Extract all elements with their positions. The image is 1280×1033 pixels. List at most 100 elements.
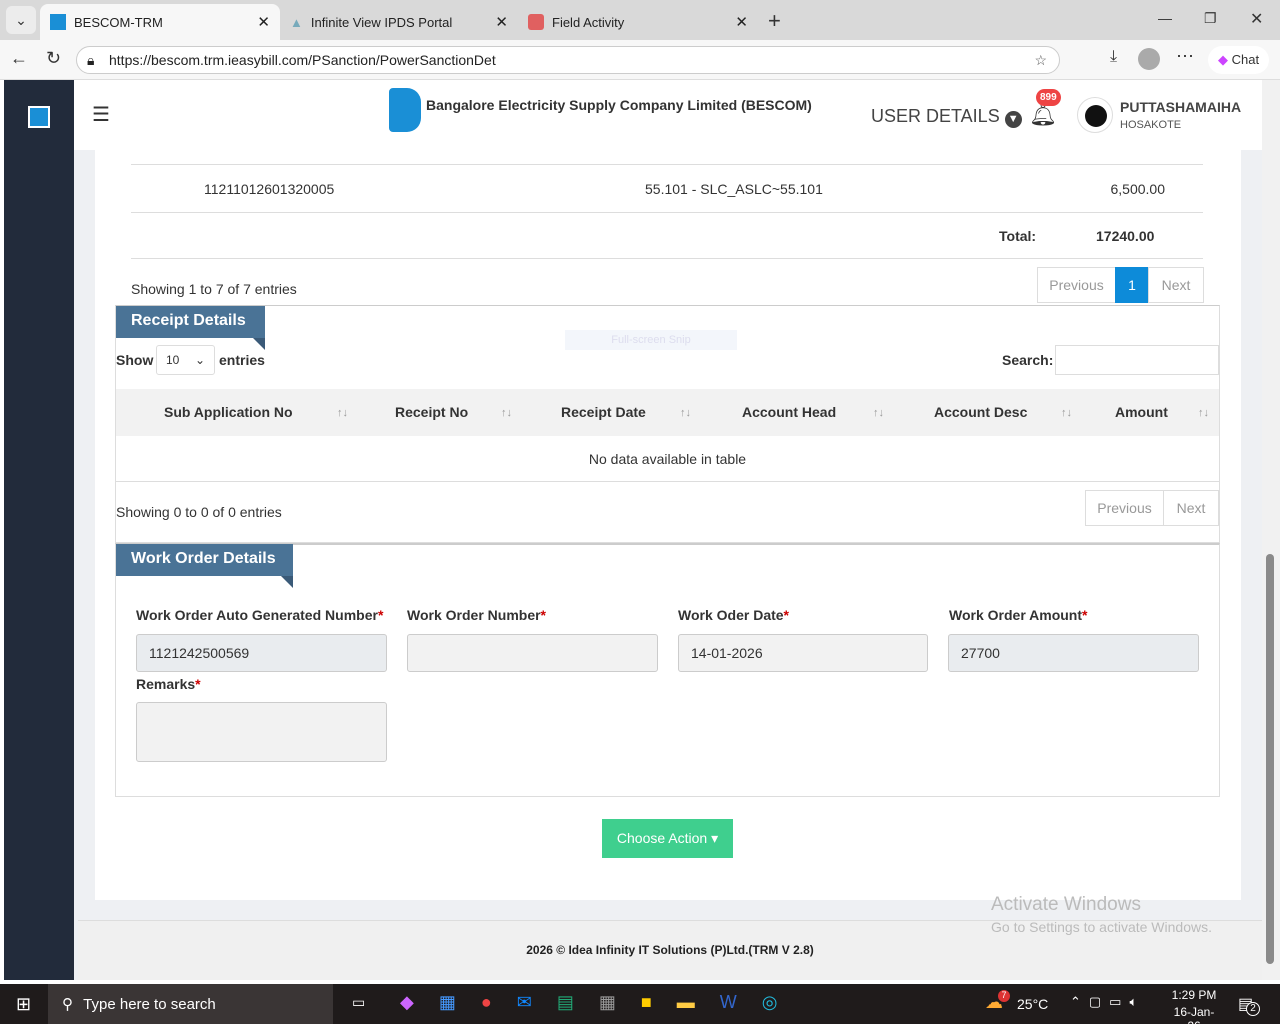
page-scrollbar[interactable] xyxy=(1262,80,1280,980)
entries-select[interactable]: 10 ⌄ xyxy=(156,345,215,375)
notification-badge: 899 xyxy=(1036,89,1061,106)
receipt-table-header: Sub Application No ↑↓ Receipt No ↑↓ Receip… xyxy=(116,389,1219,436)
work-order-date-input[interactable]: 14-01-2026 xyxy=(678,634,928,672)
bescom-favicon xyxy=(50,14,66,30)
explorer-icon[interactable]: ▬ xyxy=(677,992,695,1013)
sort-icon[interactable]: ↑↓ xyxy=(337,407,348,419)
work-order-details-title: Work Order Details xyxy=(116,544,293,576)
snip-overlay: Full-screen Snip xyxy=(565,330,737,350)
activate-windows-title: Activate Windows xyxy=(991,894,1141,915)
empty-table-message: No data available in table xyxy=(116,436,1219,482)
favorite-icon[interactable]: ☆ xyxy=(1034,47,1047,73)
tab-bescom[interactable]: BESCOM-TRM ✕ xyxy=(40,4,280,40)
col-account-head[interactable]: Account Head xyxy=(742,404,836,420)
tab-label: BESCOM-TRM xyxy=(74,14,163,30)
receipt-table-info: Showing 0 to 0 of 0 entries xyxy=(116,504,282,520)
work-order-auto-number-input[interactable]: 1121242500569 xyxy=(136,634,387,672)
receipt-previous-button[interactable]: Previous xyxy=(1085,490,1164,526)
user-location: HOSAKOTE xyxy=(1120,119,1182,131)
col-account-desc[interactable]: Account Desc xyxy=(934,404,1027,420)
download-icon[interactable]: ⤓ xyxy=(1110,48,1117,66)
remarks-label: Remarks* xyxy=(136,676,201,692)
tab-list-button[interactable]: ⌄ xyxy=(6,6,36,34)
sort-icon[interactable]: ↑↓ xyxy=(680,407,691,419)
table-row: 11211012601320005 55.101 - SLC_ASLC~55.1… xyxy=(131,165,1203,213)
search-input[interactable] xyxy=(1055,345,1219,375)
sort-icon[interactable]: ↑↓ xyxy=(501,407,512,419)
browser-tab-bar: ⌄ BESCOM-TRM ✕ ▲ Infinite View IPDS Portal… xyxy=(0,0,1280,40)
url-text: https://bescom.trm.ieasybill.com/PSancti… xyxy=(109,52,496,68)
sticky-notes-icon[interactable]: ■ xyxy=(641,992,652,1013)
field-label: Work Order Auto Generated Number* xyxy=(136,607,384,623)
user-name: PUTTASHAMAIHA xyxy=(1120,99,1242,115)
calculator-icon[interactable]: ▦ xyxy=(599,992,616,1013)
work-order-number-input[interactable] xyxy=(407,634,658,672)
sort-icon[interactable]: ↑↓ xyxy=(873,407,884,419)
sort-icon[interactable]: ↑↓ xyxy=(1198,407,1209,419)
col-sub-application-no[interactable]: Sub Application No xyxy=(164,404,293,420)
window-close-icon[interactable]: ✕ xyxy=(1250,9,1263,29)
total-row: Total: 17240.00 xyxy=(131,213,1203,259)
edge-icon[interactable]: ◎ xyxy=(762,992,778,1013)
user-details-dropdown[interactable]: USER DETAILS ▼ xyxy=(871,106,1022,128)
task-view-icon[interactable]: ▭ xyxy=(352,994,365,1011)
copilot-app-icon[interactable]: ◆ xyxy=(400,992,414,1013)
more-icon[interactable]: ⋯ xyxy=(1176,46,1194,67)
previous-button[interactable]: Previous xyxy=(1037,267,1116,303)
next-button[interactable]: Next xyxy=(1148,267,1204,303)
col-receipt-no[interactable]: Receipt No xyxy=(395,404,468,420)
clock[interactable]: 1:29 PM 16-Jan-26 xyxy=(1168,988,1220,1033)
amount-cell: 6,500.00 xyxy=(1110,181,1166,197)
remarks-textarea[interactable] xyxy=(136,702,387,762)
pinned-apps: ◆ ▦ ● ✉ ▤ ▦ ■ ▬ W ◎ xyxy=(400,992,840,1013)
total-label: Total: xyxy=(999,228,1037,244)
work-order-amount-input[interactable]: 27700 xyxy=(948,634,1199,672)
hamburger-menu-icon[interactable]: ☰ xyxy=(92,102,110,127)
chrome-icon[interactable]: ● xyxy=(481,992,492,1013)
tray-icons[interactable]: ⌃▢▭🔈︎ xyxy=(1070,994,1145,1010)
chevron-down-icon: ⌄ xyxy=(194,353,205,367)
weather-badge: 7 xyxy=(998,990,1010,1002)
col-amount[interactable]: Amount xyxy=(1115,404,1168,420)
receipt-details-title: Receipt Details xyxy=(116,306,265,338)
scrollbar-thumb[interactable] xyxy=(1266,554,1274,964)
chat-button[interactable]: ◆ Chat xyxy=(1208,46,1270,74)
outlook-icon[interactable]: ✉ xyxy=(517,992,532,1013)
profile-icon[interactable] xyxy=(1138,48,1160,70)
refresh-icon[interactable]: ↻ xyxy=(46,48,61,69)
tab-label: Field Activity xyxy=(552,14,625,30)
tab-ipds[interactable]: ▲ Infinite View IPDS Portal ✕ xyxy=(280,4,518,40)
col-receipt-date[interactable]: Receipt Date xyxy=(561,404,646,420)
close-icon[interactable]: ✕ xyxy=(735,13,748,31)
url-input[interactable]: 🔒︎ https://bescom.trm.ieasybill.com/PSanc… xyxy=(76,46,1060,74)
table-info: Showing 1 to 7 of 7 entries xyxy=(131,281,297,297)
windows-start-icon[interactable]: ⊞ xyxy=(16,994,31,1015)
search-icon: ⚲ xyxy=(62,996,73,1013)
word-icon[interactable]: W xyxy=(720,992,737,1013)
excel-icon[interactable]: ▤ xyxy=(557,992,574,1013)
title-fold xyxy=(253,338,265,350)
minimize-icon[interactable]: — xyxy=(1158,10,1172,26)
new-tab-icon[interactable]: + xyxy=(768,8,781,34)
close-icon[interactable]: ✕ xyxy=(257,13,270,31)
title-fold xyxy=(281,576,293,588)
taskbar-search[interactable]: ⚲ Type here to search xyxy=(48,984,333,1024)
field-label: Work Oder Date* xyxy=(678,607,789,623)
field-label: Work Order Amount* xyxy=(949,607,1088,623)
bescom-logo xyxy=(389,88,421,132)
choose-action-button[interactable]: Choose Action ▾ xyxy=(602,819,733,858)
avatar[interactable] xyxy=(1077,97,1113,133)
close-icon[interactable]: ✕ xyxy=(495,13,508,31)
restore-icon[interactable]: ❐ xyxy=(1204,10,1217,27)
company-name: Bangalore Electricity Supply Company Lim… xyxy=(426,97,812,113)
oracle-favicon xyxy=(528,14,544,30)
store-icon[interactable]: ▦ xyxy=(439,992,456,1013)
sort-icon[interactable]: ↑↓ xyxy=(1061,407,1072,419)
bescom-logo-small[interactable] xyxy=(28,106,50,128)
page-1-button[interactable]: 1 xyxy=(1115,267,1149,303)
time: 1:29 PM xyxy=(1171,988,1217,1002)
receipt-next-button[interactable]: Next xyxy=(1163,490,1219,526)
date: 16-Jan-26 xyxy=(1173,1005,1215,1033)
tab-field-activity[interactable]: Field Activity ✕ xyxy=(518,4,758,40)
back-icon[interactable]: ← xyxy=(10,48,28,69)
